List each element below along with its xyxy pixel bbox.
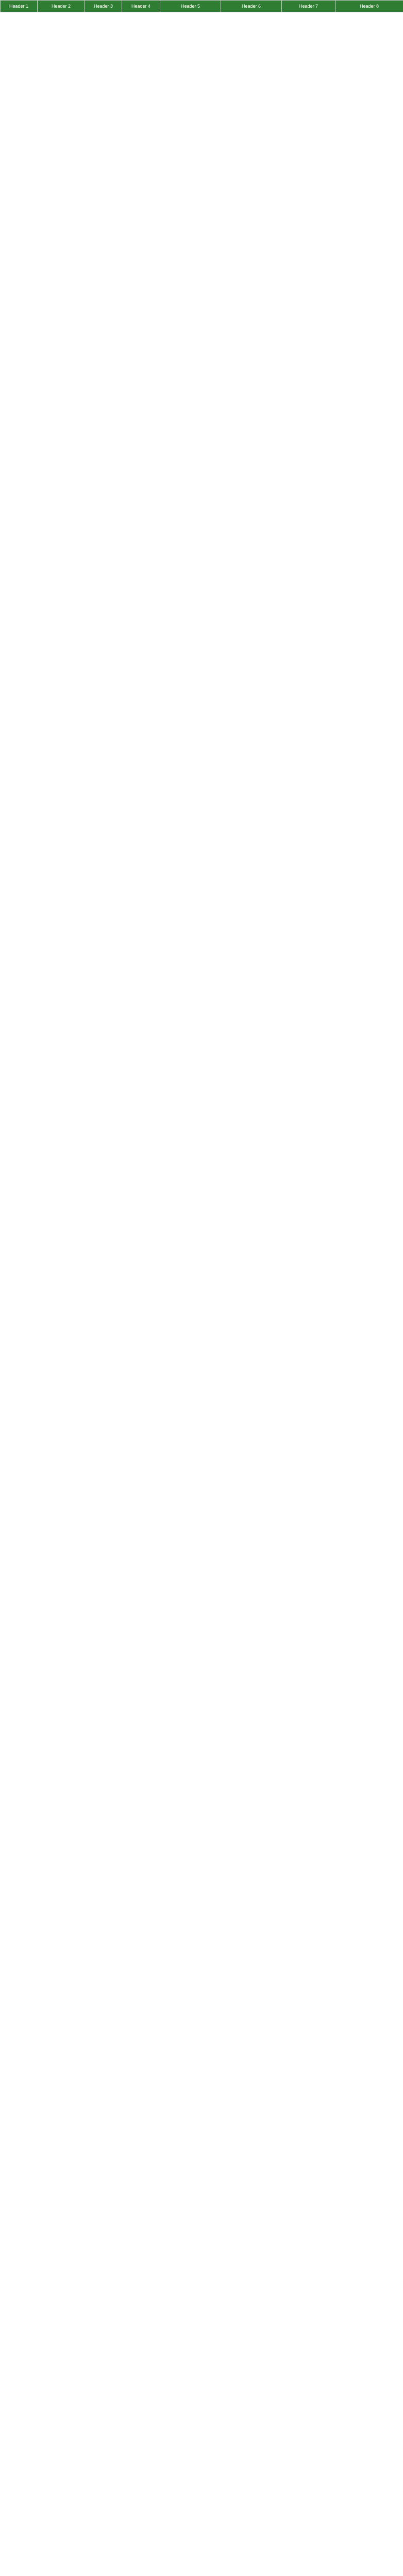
column-header-7: Header 7	[281, 0, 335, 12]
column-header-4: Header 4	[122, 0, 160, 12]
column-header-3: Header 3	[85, 0, 122, 12]
data-table: Header 1 Header 2 Header 3 Header 4 Head…	[0, 0, 403, 12]
column-header-5: Header 5	[160, 0, 221, 12]
page: Header 1 Header 2 Header 3 Header 4 Head…	[0, 0, 403, 12]
column-header-2: Header 2	[37, 0, 85, 12]
column-header-6: Header 6	[221, 0, 282, 12]
column-header-8: Header 8	[335, 0, 403, 12]
column-header-1: Header 1	[0, 0, 38, 12]
table-header-row: Header 1 Header 2 Header 3 Header 4 Head…	[0, 0, 403, 12]
